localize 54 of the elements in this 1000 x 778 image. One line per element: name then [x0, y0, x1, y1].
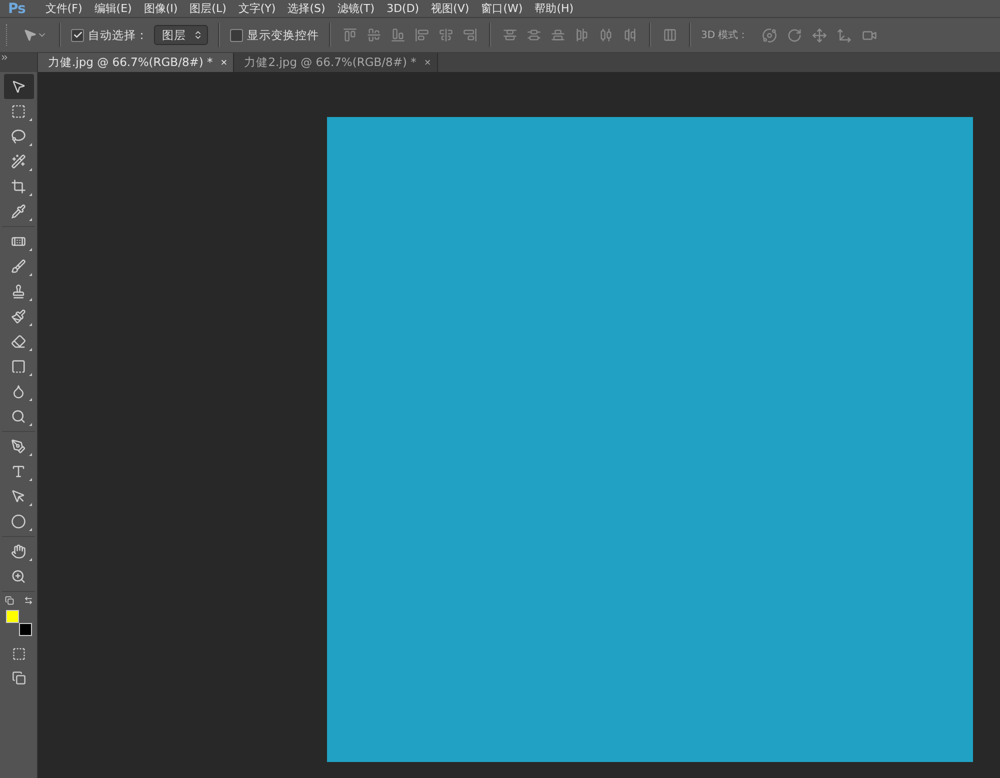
stamp-icon: [11, 284, 26, 299]
document-tab[interactable]: 力健2.jpg @ 66.7%(RGB/8#) * ×: [234, 53, 438, 72]
zoom-icon: [11, 569, 26, 584]
move-tool-tool[interactable]: [4, 74, 34, 99]
app-logo: Ps: [7, 0, 26, 16]
magnifier-icon: [11, 409, 26, 424]
menu-item[interactable]: 图像(I): [138, 1, 184, 16]
menu-item[interactable]: 编辑(E): [88, 1, 138, 16]
arrow-icon: [23, 28, 37, 42]
show-transform-label: 显示变换控件: [247, 28, 319, 42]
bandage-icon: [11, 234, 26, 249]
quick-mask-icon[interactable]: [12, 647, 26, 661]
background-color-swatch[interactable]: [18, 623, 32, 636]
brush-icon: [11, 259, 26, 274]
close-button[interactable]: ×: [424, 56, 431, 68]
eyedropper-icon: [11, 204, 26, 219]
pointer-icon: [11, 489, 26, 504]
menu-item[interactable]: 帮助(H): [528, 1, 580, 16]
swap-colors-icon[interactable]: [24, 596, 32, 605]
move-tool-icon: [11, 79, 26, 94]
menu-item[interactable]: 视图(V): [425, 1, 476, 16]
pen-icon: [11, 439, 26, 454]
type-icon: [11, 464, 26, 479]
close-button[interactable]: ×: [220, 56, 228, 68]
menu-item[interactable]: 选择(S): [282, 1, 332, 16]
tab-title: 力健.jpg @ 66.7%(RGB/8#) *: [48, 55, 213, 70]
menu-item[interactable]: 滤镜(T): [331, 1, 381, 16]
auto-select-label: 自动选择：: [88, 28, 148, 42]
droplet-icon: [11, 384, 26, 399]
updown-caret-icon: [193, 30, 203, 40]
menu-item[interactable]: 文件(F): [39, 1, 88, 16]
foreground-color-swatch[interactable]: [6, 610, 18, 623]
paintbrush-icon: [11, 309, 26, 324]
document-tab[interactable]: 力健.jpg @ 66.7%(RGB/8#) * ×: [38, 53, 234, 72]
dashed-square-icon: [11, 104, 26, 119]
3d-mode-label: 3D 模式：: [701, 28, 748, 42]
default-colors-icon[interactable]: [4, 596, 14, 605]
expand-icon[interactable]: [0, 53, 9, 62]
screen-mode-icon[interactable]: [12, 671, 26, 685]
menu-item[interactable]: 3D(D): [380, 2, 426, 15]
checkbox[interactable]: [71, 28, 84, 42]
menu-item[interactable]: 文字(Y): [232, 1, 282, 16]
eraser-icon: [11, 334, 26, 349]
menu-item[interactable]: 图层(L): [184, 1, 232, 16]
menu-item[interactable]: 窗口(W): [475, 1, 529, 16]
target-dropdown[interactable]: 图层: [154, 25, 208, 45]
hand-icon: [11, 544, 26, 559]
dropdown-value: 图层: [162, 28, 186, 42]
tab-title: 力健2.jpg @ 66.7%(RGB/8#) *: [244, 55, 416, 70]
checkbox[interactable]: [230, 28, 243, 42]
wand-icon: [11, 154, 26, 169]
lasso-icon: [11, 129, 26, 144]
crop-icon: [11, 179, 26, 194]
ellipse-icon: [11, 514, 26, 529]
